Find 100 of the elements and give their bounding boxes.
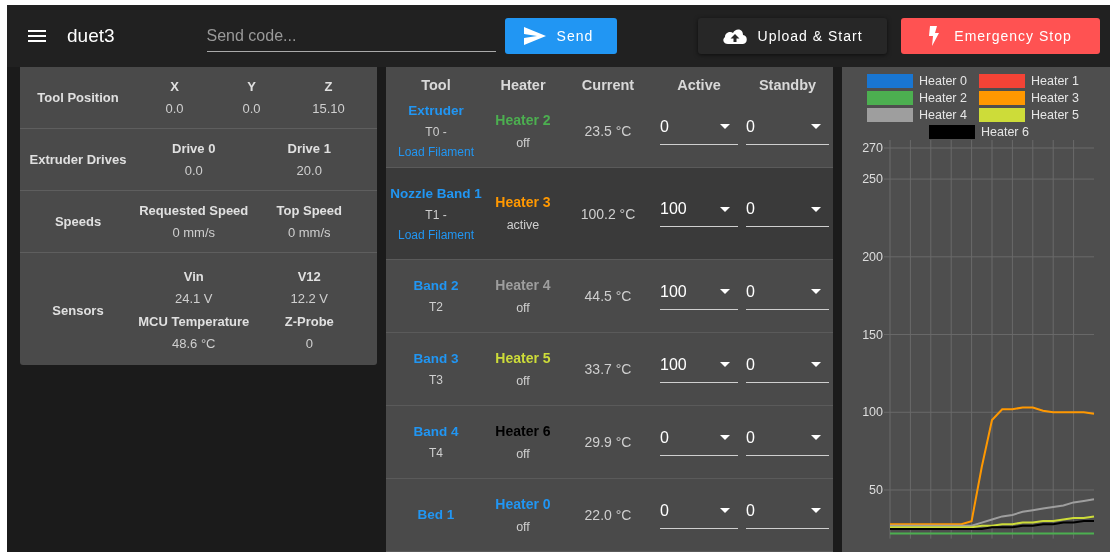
tool-number: T1 - bbox=[425, 207, 447, 222]
cloud-upload-icon bbox=[721, 27, 748, 45]
status-value: 12.2 V bbox=[290, 290, 329, 308]
tool-row[interactable]: Bed 1 Heater 0 off 22.0 °C 0 0 bbox=[386, 478, 833, 552]
status-value: 0 mm/s bbox=[172, 224, 216, 242]
load-filament-link[interactable]: Load Filament bbox=[397, 227, 474, 242]
active-temperature-select[interactable]: 100 bbox=[660, 351, 738, 383]
status-heading: V12 bbox=[297, 268, 321, 286]
status-label: Sensors bbox=[51, 301, 105, 320]
tool-number: T3 bbox=[429, 373, 443, 387]
caret-icon bbox=[720, 206, 730, 212]
y-tick-label: 250 bbox=[862, 172, 883, 187]
legend-label[interactable]: Heater 4 bbox=[919, 108, 967, 122]
active-temperature-select[interactable]: 0 bbox=[660, 113, 738, 145]
status-heading: Top Speed bbox=[276, 202, 342, 220]
status-label: Tool Position bbox=[36, 89, 120, 107]
axis-value: 0.0 bbox=[242, 100, 261, 118]
tool-row[interactable]: Band 4 T4 Heater 6 off 29.9 °C 0 0 bbox=[386, 405, 833, 479]
tool-number: T2 bbox=[429, 300, 443, 314]
caret-icon bbox=[811, 435, 821, 440]
standby-temperature-select[interactable]: 0 bbox=[746, 351, 829, 383]
axis-heading: X bbox=[170, 78, 179, 96]
heater-state: active bbox=[505, 217, 541, 234]
caret-icon bbox=[720, 435, 730, 440]
tool-row[interactable]: Band 3 T3 Heater 5 off 33.7 °C 100 0 bbox=[386, 332, 833, 406]
legend-label[interactable]: Heater 5 bbox=[1031, 108, 1079, 122]
current-temperature: 22.0 °C bbox=[584, 507, 632, 523]
app-title: duet3 bbox=[67, 25, 115, 47]
status-value: 0 bbox=[305, 335, 313, 353]
caret-icon bbox=[720, 362, 730, 367]
active-temperature-select[interactable]: 100 bbox=[660, 278, 738, 310]
heater-state: off bbox=[515, 372, 531, 390]
axis-value: 0.0 bbox=[165, 100, 184, 118]
standby-temperature-select[interactable]: 0 bbox=[746, 424, 829, 456]
upload-start-button[interactable]: Upload & Start bbox=[697, 18, 887, 54]
tool-row[interactable]: Nozzle Band 1 T1 - Load Filament Heater 3 active 100.2 °C 100 0 bbox=[386, 167, 833, 260]
legend-label[interactable]: Heater 6 bbox=[981, 125, 1029, 139]
caret-icon bbox=[811, 124, 821, 129]
column-header: Tool bbox=[421, 77, 451, 93]
standby-temperature-select[interactable]: 0 bbox=[746, 113, 829, 145]
caret-icon bbox=[811, 508, 821, 513]
caret-icon bbox=[720, 289, 730, 294]
caret-icon bbox=[720, 124, 730, 129]
status-heading: Vin bbox=[183, 268, 204, 286]
tool-row[interactable]: Band 2 T2 Heater 4 off 44.5 °C 100 0 bbox=[386, 259, 833, 333]
heater-name-link[interactable]: Heater 5 bbox=[490, 346, 556, 370]
legend-label[interactable]: Heater 1 bbox=[1031, 74, 1079, 88]
status-value: 24.1 V bbox=[174, 290, 213, 308]
column-header: Current bbox=[581, 77, 635, 93]
column-header: Standby bbox=[758, 77, 817, 93]
legend-label[interactable]: Heater 0 bbox=[919, 74, 967, 88]
caret-icon bbox=[811, 289, 821, 294]
heater-state: off bbox=[515, 518, 531, 536]
column-header: Heater bbox=[500, 77, 546, 93]
status-heading: Z-Probe bbox=[284, 313, 334, 331]
status-label: Speeds bbox=[53, 213, 103, 231]
tool-row[interactable]: Extruder T0 - Load Filament Heater 2 off 23.5 °C 0 0 bbox=[386, 95, 833, 168]
current-temperature: 29.9 °C bbox=[584, 434, 632, 450]
menu-icon[interactable] bbox=[28, 30, 46, 42]
standby-temperature-select[interactable]: 0 bbox=[746, 497, 829, 529]
tool-name-link[interactable]: Nozzle Band 1 bbox=[390, 182, 482, 205]
status-value: 0.0 bbox=[184, 162, 203, 180]
lightning-icon bbox=[928, 26, 941, 46]
status-heading: Drive 1 bbox=[287, 140, 331, 158]
active-temperature-select[interactable]: 0 bbox=[660, 497, 738, 529]
caret-icon bbox=[811, 206, 821, 212]
y-tick-label: 100 bbox=[862, 405, 883, 420]
send-icon bbox=[522, 26, 547, 46]
tool-number: T0 - bbox=[425, 125, 447, 139]
heater-state: off bbox=[515, 134, 531, 152]
status-label: Extruder Drives bbox=[28, 151, 128, 169]
caret-icon bbox=[720, 508, 730, 513]
caret-icon bbox=[811, 362, 821, 367]
axis-heading: Z bbox=[324, 78, 333, 96]
status-heading: Drive 0 bbox=[172, 140, 216, 158]
standby-temperature-select[interactable]: 0 bbox=[746, 278, 829, 310]
legend-label[interactable]: Heater 3 bbox=[1031, 91, 1079, 105]
status-value: 20.0 bbox=[296, 162, 322, 180]
current-temperature: 100.2 °C bbox=[580, 205, 636, 222]
legend-label[interactable]: Heater 2 bbox=[919, 91, 967, 105]
current-temperature: 33.7 °C bbox=[584, 361, 632, 377]
current-temperature: 44.5 °C bbox=[584, 288, 632, 304]
y-tick-label: 200 bbox=[862, 249, 883, 264]
code-input-field[interactable]: Send code... bbox=[206, 20, 496, 52]
column-header: Active bbox=[677, 77, 721, 93]
heater-state: off bbox=[515, 299, 531, 317]
y-tick-label: 150 bbox=[862, 327, 883, 342]
heater-state: off bbox=[515, 445, 531, 463]
current-temperature: 23.5 °C bbox=[584, 123, 632, 139]
status-value: 48.6 °C bbox=[172, 335, 216, 353]
standby-temperature-select[interactable]: 0 bbox=[746, 196, 829, 227]
axis-value: 15.10 bbox=[312, 100, 345, 118]
y-tick-label: 270 bbox=[862, 141, 883, 155]
active-temperature-select[interactable]: 0 bbox=[660, 424, 738, 456]
status-heading: Requested Speed bbox=[139, 202, 249, 220]
status-heading: MCU Temperature bbox=[138, 313, 250, 331]
heater-name-link[interactable]: Heater 3 bbox=[490, 191, 556, 214]
status-value: 0 mm/s bbox=[287, 224, 331, 242]
y-tick-label: 50 bbox=[869, 483, 883, 497]
active-temperature-select[interactable]: 100 bbox=[660, 196, 738, 227]
